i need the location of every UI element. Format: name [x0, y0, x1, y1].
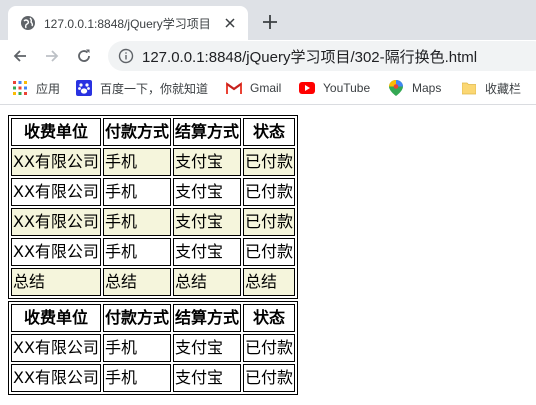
apps-grid-icon [12, 80, 28, 96]
bookmark-label: 百度一下，你就知道 [100, 81, 209, 96]
table-cell: 手机 [102, 238, 171, 266]
bookmark-folder[interactable]: 收藏栏 [461, 79, 521, 97]
table-cell: 已付款 [242, 148, 295, 176]
bookmark-apps[interactable]: 应用 [12, 79, 60, 97]
new-tab-icon[interactable] [258, 10, 282, 34]
reload-icon[interactable] [72, 44, 96, 68]
header-cell: 结算方式 [172, 304, 241, 332]
table-cell: 已付款 [242, 208, 295, 236]
table-cell: 手机 [102, 364, 171, 392]
table-header-row: 收费单位 付款方式 结算方式 状态 [11, 118, 295, 146]
close-tab-icon[interactable] [222, 15, 238, 31]
table-cell: XX有限公司 [11, 178, 101, 206]
bookmark-label: Maps [412, 81, 442, 95]
table-row: XX有限公司 手机 支付宝 已付款 [11, 364, 295, 392]
table-cell: 手机 [102, 148, 171, 176]
folder-icon [461, 80, 477, 96]
table-cell: 手机 [102, 208, 171, 236]
bookmark-youtube[interactable]: YouTube [299, 79, 370, 97]
header-cell: 状态 [242, 304, 295, 332]
table-cell: XX有限公司 [11, 238, 101, 266]
header-cell: 结算方式 [172, 118, 241, 146]
table-cell: XX有限公司 [11, 148, 101, 176]
bookmark-baidu[interactable]: 百度一下，你就知道 [76, 79, 208, 97]
header-cell: 收费单位 [11, 304, 101, 332]
table-row: XX有限公司 手机 支付宝 已付款 [11, 148, 295, 176]
back-arrow-icon[interactable] [8, 44, 32, 68]
header-cell: 收费单位 [11, 118, 101, 146]
address-bar[interactable]: 127.0.0.1:8848/jQuery学习项目/302-隔行换色.html [108, 41, 536, 71]
table-cell: 手机 [102, 178, 171, 206]
header-cell: 付款方式 [102, 118, 171, 146]
table-cell: XX有限公司 [11, 208, 101, 236]
table-cell: 支付宝 [172, 364, 241, 392]
tab-title: 127.0.0.1:8848/jQuery学习项目 [44, 16, 211, 31]
info-icon[interactable] [118, 48, 134, 64]
bookmark-label: YouTube [323, 81, 371, 95]
active-tab[interactable]: 127.0.0.1:8848/jQuery学习项目 [8, 6, 248, 40]
table-cell: 已付款 [242, 238, 295, 266]
table-row: XX有限公司 手机 支付宝 已付款 [11, 238, 295, 266]
table-cell: 已付款 [242, 364, 295, 392]
table-cell: 支付宝 [172, 334, 241, 362]
header-cell: 状态 [242, 118, 295, 146]
url-text: 127.0.0.1:8848/jQuery学习项目/302-隔行换色.html [142, 48, 478, 66]
payment-table-2: 收费单位 付款方式 结算方式 状态 XX有限公司 手机 支付宝 已付款 XX有限… [8, 301, 298, 395]
bookmark-label: 收藏栏 [485, 81, 522, 96]
maps-pin-icon [388, 80, 404, 96]
gmail-icon [226, 80, 242, 96]
toolbar: 127.0.0.1:8848/jQuery学习项目/302-隔行换色.html [0, 40, 536, 72]
table-cell: 总结 [242, 268, 295, 296]
table-cell: 总结 [102, 268, 171, 296]
tab-strip: 127.0.0.1:8848/jQuery学习项目 [0, 0, 536, 40]
table-cell: 手机 [102, 334, 171, 362]
header-cell: 付款方式 [102, 304, 171, 332]
bookmark-label: 应用 [36, 81, 61, 96]
table-header-row: 收费单位 付款方式 结算方式 状态 [11, 304, 295, 332]
table-cell: 已付款 [242, 334, 295, 362]
table-row: XX有限公司 手机 支付宝 已付款 [11, 178, 295, 206]
table-row: XX有限公司 手机 支付宝 已付款 [11, 334, 295, 362]
payment-table-1: 收费单位 付款方式 结算方式 状态 XX有限公司 手机 支付宝 已付款 XX有限… [8, 115, 298, 299]
table-cell: 支付宝 [172, 178, 241, 206]
youtube-icon [299, 80, 315, 96]
bookmark-maps[interactable]: Maps [388, 79, 441, 97]
forward-arrow-icon[interactable] [40, 44, 64, 68]
table-cell: 总结 [172, 268, 241, 296]
bookmarks-bar: 应用 百度一下，你就知道 Gmail YouTube Maps 收藏栏 [0, 72, 536, 105]
table-cell: 支付宝 [172, 208, 241, 236]
globe-icon [20, 15, 36, 31]
bookmark-gmail[interactable]: Gmail [226, 79, 281, 97]
page-content: 收费单位 付款方式 结算方式 状态 XX有限公司 手机 支付宝 已付款 XX有限… [0, 105, 536, 405]
table-cell: 支付宝 [172, 148, 241, 176]
table-cell: 总结 [11, 268, 101, 296]
table-cell: 已付款 [242, 178, 295, 206]
table-cell: XX有限公司 [11, 334, 101, 362]
table-row: XX有限公司 手机 支付宝 已付款 [11, 208, 295, 236]
table-cell: XX有限公司 [11, 364, 101, 392]
bookmark-label: Gmail [250, 81, 282, 95]
table-cell: 支付宝 [172, 238, 241, 266]
summary-row: 总结 总结 总结 总结 [11, 268, 295, 296]
baidu-paw-icon [76, 80, 92, 96]
